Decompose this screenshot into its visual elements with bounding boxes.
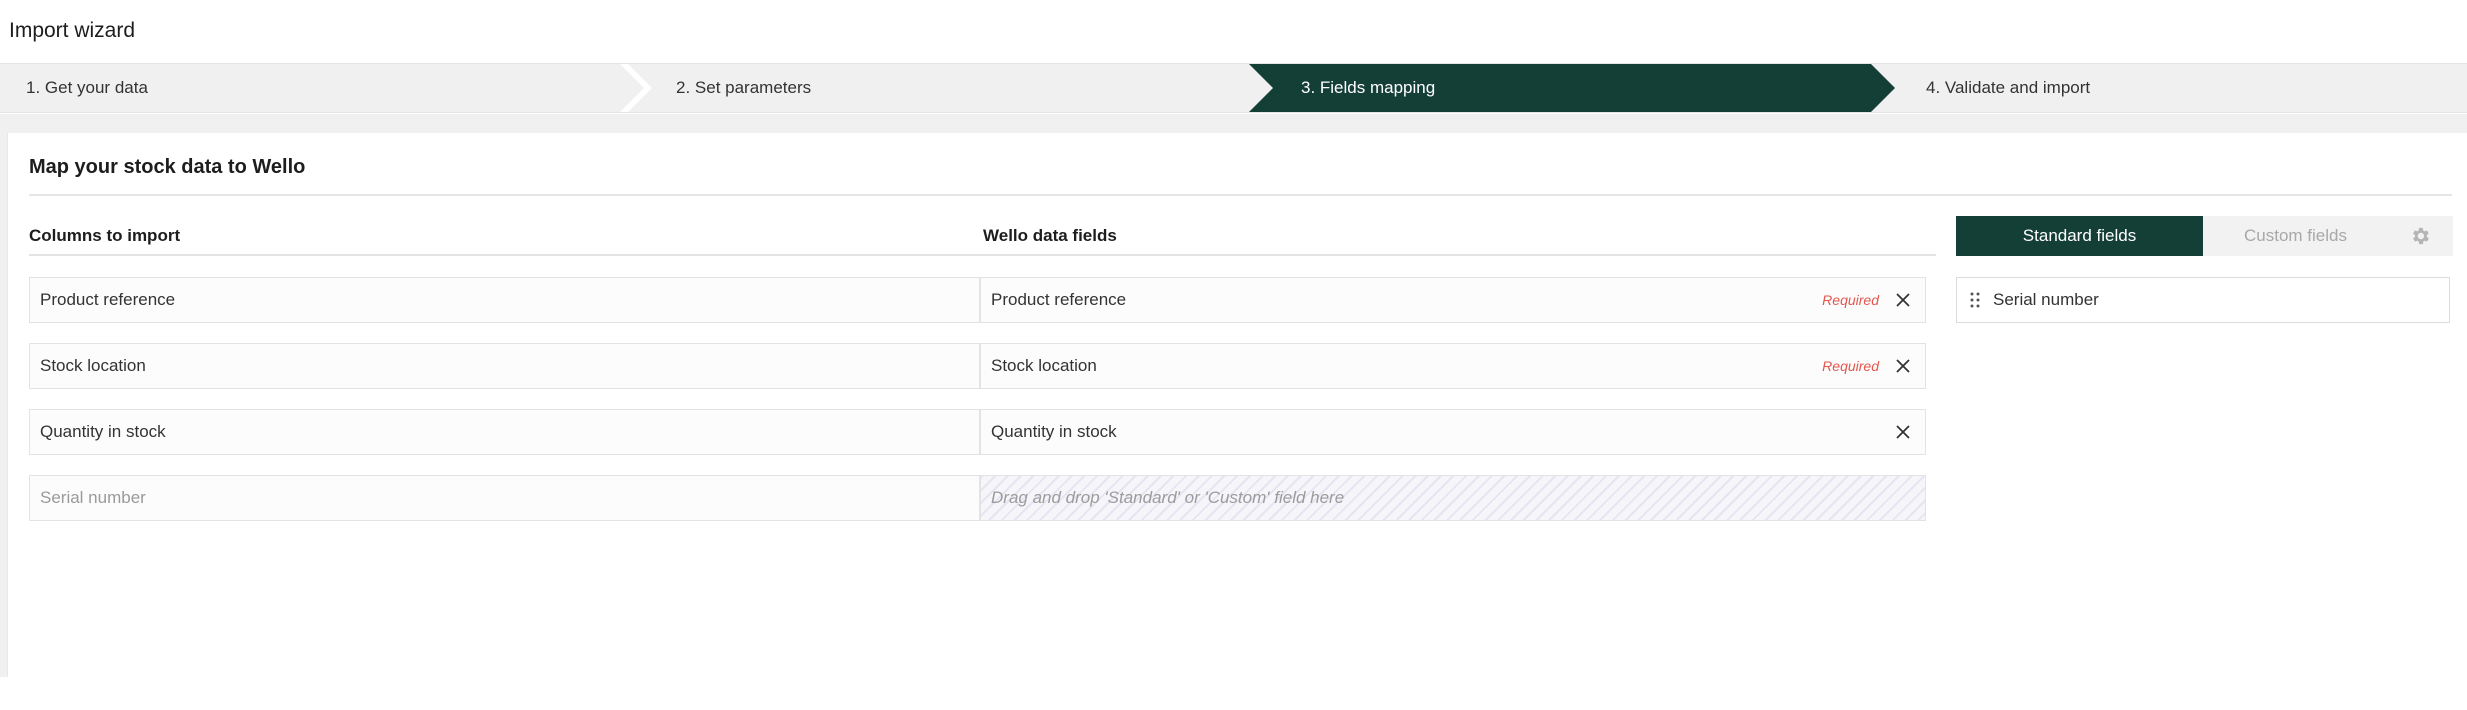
- remove-mapping-icon[interactable]: [1893, 356, 1913, 376]
- source-column-cell: Stock location: [29, 343, 980, 389]
- step-label: 3. Fields mapping: [1301, 78, 1436, 97]
- source-column-cell: Quantity in stock: [29, 409, 980, 455]
- step-separator-2: [1249, 64, 1273, 112]
- required-badge: Required: [1822, 292, 1879, 308]
- columns-to-import-header: Columns to import: [29, 226, 181, 245]
- step-fields-mapping[interactable]: 3. Fields mapping: [1301, 64, 1861, 112]
- tab-standard-fields[interactable]: Standard fields: [1956, 216, 2203, 256]
- panel-top-gutter: [0, 114, 2467, 134]
- wello-data-fields-header: Wello data fields: [983, 226, 1117, 245]
- gear-icon[interactable]: [2409, 225, 2431, 247]
- target-field-label: Stock location: [991, 356, 1097, 375]
- remove-mapping-icon[interactable]: [1893, 422, 1913, 442]
- step-separator-3: [1871, 64, 1895, 112]
- source-column-label: Product reference: [40, 290, 176, 309]
- target-field-cell[interactable]: Stock location Required: [980, 343, 1926, 389]
- step-label: 4. Validate and import: [1926, 78, 2091, 97]
- panel-left-gutter: [0, 114, 7, 677]
- step-label: 1. Get your data: [26, 78, 148, 97]
- step-get-your-data[interactable]: 1. Get your data: [26, 64, 616, 112]
- section-title: Map your stock data to Wello: [29, 156, 306, 178]
- target-field-label: Product reference: [991, 290, 1127, 309]
- source-column-label: Serial number: [40, 488, 146, 507]
- drop-zone-placeholder: Drag and drop 'Standard' or 'Custom' fie…: [991, 488, 1345, 507]
- drag-handle-icon[interactable]: [1957, 292, 1993, 308]
- target-field-cell[interactable]: Product reference Required: [980, 277, 1926, 323]
- target-field-label: Quantity in stock: [991, 422, 1117, 441]
- step-validate-and-import[interactable]: 4. Validate and import: [1926, 64, 2446, 112]
- available-field-label: Serial number: [1993, 290, 2099, 309]
- tab-label: Standard fields: [2022, 226, 2137, 245]
- columns-divider: [29, 254, 1936, 256]
- remove-mapping-icon[interactable]: [1893, 290, 1913, 310]
- field-drop-zone[interactable]: Drag and drop 'Standard' or 'Custom' fie…: [980, 475, 1926, 521]
- section-divider: [29, 194, 2452, 196]
- target-field-cell[interactable]: Quantity in stock: [980, 409, 1926, 455]
- mapping-panel: [7, 133, 2467, 677]
- page-title: Import wizard: [9, 19, 136, 42]
- source-column-label: Stock location: [40, 356, 146, 375]
- source-column-label: Quantity in stock: [40, 422, 166, 441]
- wizard-stepper: 1. Get your data 2. Set parameters 3. Fi…: [0, 63, 2467, 113]
- tab-label: Custom fields: [2244, 226, 2347, 245]
- source-column-cell: Serial number: [29, 475, 980, 521]
- step-set-parameters[interactable]: 2. Set parameters: [676, 64, 1236, 112]
- source-column-cell: Product reference: [29, 277, 980, 323]
- available-field-card[interactable]: Serial number: [1956, 277, 2450, 323]
- step-label: 2. Set parameters: [676, 78, 812, 97]
- step-separator-1: [620, 64, 652, 112]
- required-badge: Required: [1822, 358, 1879, 374]
